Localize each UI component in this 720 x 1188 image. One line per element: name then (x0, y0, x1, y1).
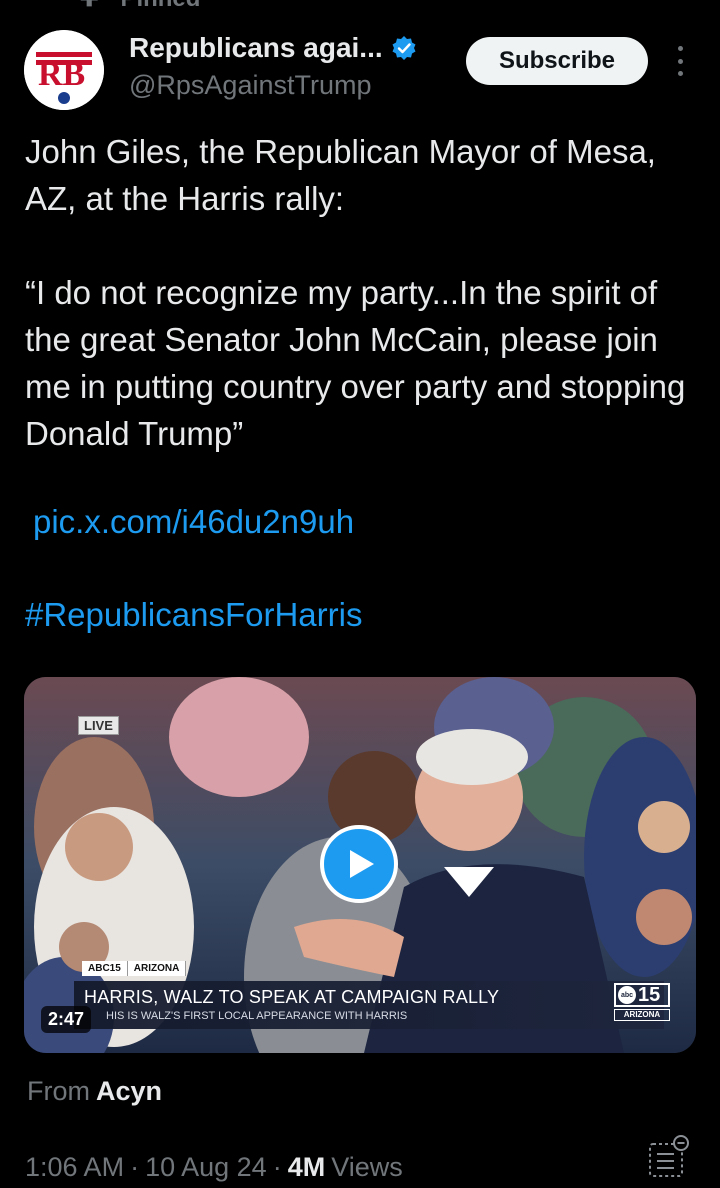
avatar-letter-r: RB (38, 56, 85, 93)
video-player[interactable]: LIVE ABC15 ARIZONA HARRIS, WALZ TO SPEAK… (24, 677, 696, 1053)
logo-state: ARIZONA (614, 1009, 670, 1021)
play-icon (350, 850, 374, 878)
tweet-text: John Giles, the Republican Mayor of Mesa… (25, 128, 695, 457)
abc-logo: abc (618, 986, 636, 1004)
chyron-subline: HIS IS WALZ'S FIRST LOCAL APPEARANCE WIT… (106, 1010, 408, 1022)
name-row[interactable]: Republicans agai... (129, 32, 417, 64)
more-options-icon[interactable] (670, 46, 690, 76)
tweet-paragraph-quote: “I do not recognize my party...In the sp… (25, 274, 686, 452)
news-chyron: HARRIS, WALZ TO SPEAK AT CAMPAIGN RALLY … (74, 981, 670, 1029)
verified-badge-icon (392, 36, 416, 60)
avatar[interactable]: RB (24, 30, 104, 110)
account-handle[interactable]: @RpsAgainstTrump (129, 70, 372, 101)
source-prefix: From (27, 1076, 90, 1106)
views-label: Views (331, 1152, 403, 1182)
source-name[interactable]: Acyn (96, 1076, 162, 1106)
chyron-station: ABC15 (82, 961, 128, 976)
pinned-indicator: ✚ Pinned (80, 0, 200, 12)
video-duration: 2:47 (41, 1006, 92, 1033)
tweet-paragraph-intro: John Giles, the Republican Mayor of Mesa… (25, 133, 656, 217)
views-count: 4M (287, 1152, 326, 1182)
play-button[interactable] (320, 825, 398, 903)
channel-number: 15 (638, 984, 661, 1006)
tweet-date[interactable]: 10 Aug 24 (145, 1152, 267, 1183)
display-name[interactable]: Republicans agai... (129, 32, 383, 64)
station-logo: abc 15 ARIZONA (614, 983, 670, 1025)
separator: · (130, 1152, 140, 1182)
tweet-header: RB Republicans agai... @RpsAgainstTrump … (24, 30, 704, 110)
hashtag-link[interactable]: #RepublicansForHarris (25, 596, 362, 634)
notes-settings-icon[interactable] (648, 1134, 690, 1178)
pinned-label: Pinned (120, 0, 200, 13)
video-source: From Acyn (27, 1076, 162, 1107)
live-badge: LIVE (78, 716, 119, 735)
chyron-region: ARIZONA (127, 961, 187, 976)
separator: · (272, 1152, 282, 1182)
tweet-meta: 1:06 AM · 10 Aug 24 · 4M Views (25, 1152, 403, 1183)
chyron-tag: ABC15 ARIZONA (82, 961, 187, 976)
subscribe-button[interactable]: Subscribe (466, 37, 648, 85)
pin-icon: ✚ (80, 0, 98, 12)
tweet-media-link[interactable]: pic.x.com/i46du2n9uh (33, 503, 354, 541)
tweet-time[interactable]: 1:06 AM (25, 1152, 124, 1183)
chyron-headline: HARRIS, WALZ TO SPEAK AT CAMPAIGN RALLY (84, 987, 500, 1007)
